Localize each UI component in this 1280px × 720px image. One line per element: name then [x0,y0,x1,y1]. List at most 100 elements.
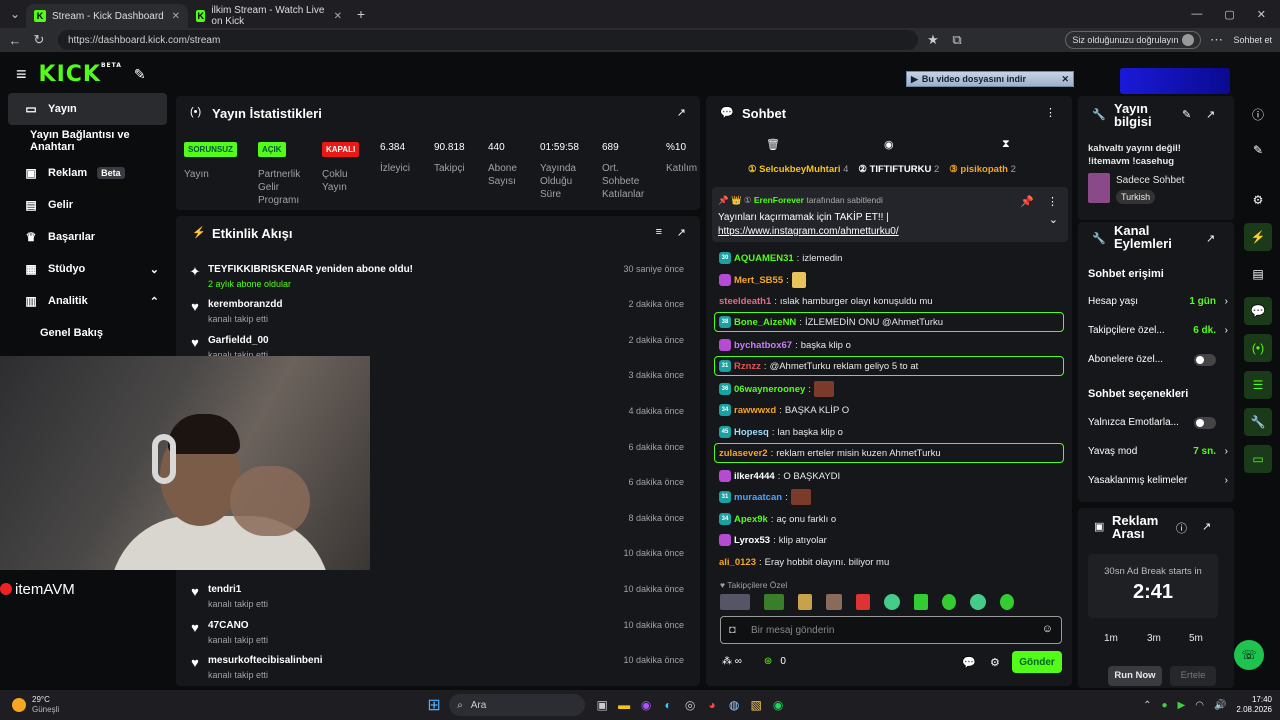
emote-icon[interactable] [914,594,928,610]
chevron-up-icon[interactable]: ⌃ [1143,700,1151,711]
trash-icon[interactable]: 🗑 [766,138,780,151]
tray-app-icon[interactable]: ● [1161,700,1167,711]
sidebar-item-genel-bakis[interactable]: Genel Bakış [8,317,167,349]
more-icon[interactable]: ⋯ [1207,32,1225,48]
chat-input[interactable]: ◘ Bir mesaj gönderin ☺ [720,616,1062,644]
reload-icon[interactable]: ↻ [30,32,48,48]
ad-1m-option[interactable]: 1m [1104,633,1118,644]
emote-icon[interactable] [942,594,956,610]
close-icon[interactable]: ✕ [1061,74,1069,85]
settings-icon[interactable]: ⚙ [1244,186,1272,214]
window-icon[interactable]: ▭ [1244,445,1272,473]
task-view-icon[interactable]: ▣ [591,694,613,716]
popout-icon[interactable]: ↗ [1206,232,1215,245]
chat-username[interactable]: Apex9k [734,514,768,525]
clock[interactable]: 17:40 2.08.2026 [1236,695,1272,715]
send-button[interactable]: Gönder [1012,651,1062,673]
close-window-icon[interactable]: ✕ [1257,8,1266,21]
back-icon[interactable]: ← [6,33,24,48]
wifi-icon[interactable]: ◠ [1195,700,1204,711]
info-icon[interactable]: ⓘ [1176,520,1187,536]
emote-icon[interactable] [826,594,842,610]
file-explorer-icon[interactable]: ▬ [613,694,635,716]
star-icon[interactable]: ★ [924,32,942,48]
copilot-button[interactable]: Sohbet et [1233,35,1272,45]
close-tab-icon[interactable]: ✕ [334,11,342,22]
taskbar-search[interactable]: ⌕ Ara [449,694,586,716]
document-icon[interactable]: ▤ [1244,260,1272,288]
chat-username[interactable]: bychatbox67 [734,340,792,351]
verify-button[interactable]: Siz olduğunuzu doğrulayın [1065,31,1202,49]
weather-widget[interactable]: 29°C Güneşli [32,695,59,715]
emote-icon[interactable] [720,594,750,610]
chat-settings-chat-icon[interactable]: 💬 [962,656,976,669]
info-icon[interactable]: ⓘ [1244,100,1272,128]
popout-icon[interactable]: ↗ [1206,108,1215,121]
close-tab-icon[interactable]: ✕ [172,11,180,22]
sidebar-item-basarilar[interactable]: ♛ Başarılar [8,221,167,253]
subs-only-toggle[interactable] [1194,353,1216,366]
chat-username[interactable]: ilker4444 [734,471,775,482]
chat-icon[interactable]: 💬 [1244,297,1272,325]
app-icon[interactable]: ◎ [679,694,701,716]
stack-icon[interactable]: ☰ [1244,371,1272,399]
users-icon[interactable]: ⁂ ∞ [722,656,742,667]
emote-icon[interactable] [1000,594,1014,610]
chat-username[interactable]: ali_0123 [719,557,756,568]
popout-icon[interactable]: ↗ [677,106,686,119]
edit-icon[interactable]: ✎ [1244,136,1272,164]
chat-username[interactable]: Hopesq [734,427,769,438]
chat-username[interactable]: steeldeath1 [719,296,771,307]
download-video-banner[interactable]: ▶ Bu video dosyasını indir ✕ [906,71,1074,87]
chat-bubble-icon[interactable]: ◉ [884,138,894,151]
chat-username[interactable]: muraatcan [734,492,782,503]
more-icon[interactable]: ⋮ [1047,195,1058,208]
minimize-icon[interactable]: — [1191,8,1202,21]
tab-kick-dashboard[interactable]: K Stream - Kick Dashboard ✕ [26,4,188,28]
edge-icon[interactable]: ◐ [657,694,679,716]
app-icon[interactable]: ▧ [745,694,767,716]
tray-app-icon[interactable]: ▶ [1178,700,1186,711]
chrome-icon[interactable]: ◕ [701,694,723,716]
windows-start-icon[interactable]: ⊞ [423,694,445,716]
maximize-icon[interactable]: ▢ [1224,8,1234,21]
wrench-icon[interactable]: 🔧 [1244,408,1272,436]
chat-username[interactable]: AQUAMEN31 [734,253,794,264]
chat-username[interactable]: Rznzz [734,361,761,372]
volume-icon[interactable]: 🔊 [1214,700,1226,711]
slow-mode-row[interactable]: Yavaş mod 7 sn. › [1088,446,1228,457]
account-age-row[interactable]: Hesap yaşı 1 gün › [1088,296,1228,307]
chat-username[interactable]: Lyrox53 [734,535,770,546]
chat-username[interactable]: Bone_AizeNN [734,317,796,328]
popout-icon[interactable]: ↗ [677,226,686,239]
support-icon[interactable]: ☏ [1234,640,1264,670]
sidebar-item-studyo[interactable]: ▦ Stüdyo ⌄ [8,253,167,285]
steam-icon[interactable]: ◍ [723,694,745,716]
tab-kick-stream[interactable]: Kilkim Stream - Watch Live on Kick ✕ [188,4,350,28]
gear-icon[interactable]: ⚙ [990,656,1000,669]
app-icon[interactable]: ◉ [635,694,657,716]
tools-icon[interactable]: ✎ [134,66,146,83]
sidebar-item-yayin[interactable]: ▭ Yayın [8,93,167,125]
emote-icon[interactable] [856,594,870,610]
sidebar-item-analitik[interactable]: ▥ Analitik ⌃ [8,285,167,317]
new-tab-icon[interactable]: + [350,3,372,25]
more-icon[interactable]: ⋮ [1045,106,1056,119]
chat-username[interactable]: rawwwxd [734,405,776,416]
chat-username[interactable]: Mert_SB55 [734,275,783,286]
extensions-icon[interactable]: ⧉ [948,32,966,48]
emoji-icon[interactable]: ☺ [1042,623,1053,635]
followers-only-row[interactable]: Takipçilere özel... 6 dk. › [1088,325,1228,336]
sidebar-item-gelir[interactable]: ▤ Gelir [8,189,167,221]
pinned-by-user[interactable]: ErenForever [754,195,804,205]
kick-logo[interactable]: KICKBETA [39,62,122,87]
ad-3m-option[interactable]: 3m [1147,633,1161,644]
pin-icon[interactable]: 📌 [1020,195,1034,208]
chevron-down-icon[interactable]: ⌄ [1049,213,1058,226]
popout-icon[interactable]: ↗ [1202,520,1211,533]
hourglass-icon[interactable]: ⧗ [1002,138,1010,151]
emote-icon[interactable] [884,594,900,610]
sidebar-item-stream-key[interactable]: Yayın Bağlantısı ve Anahtarı [8,125,167,157]
banned-words-row[interactable]: Yasaklanmış kelimeler › [1088,475,1228,486]
edit-icon[interactable]: ✎ [1182,108,1191,121]
